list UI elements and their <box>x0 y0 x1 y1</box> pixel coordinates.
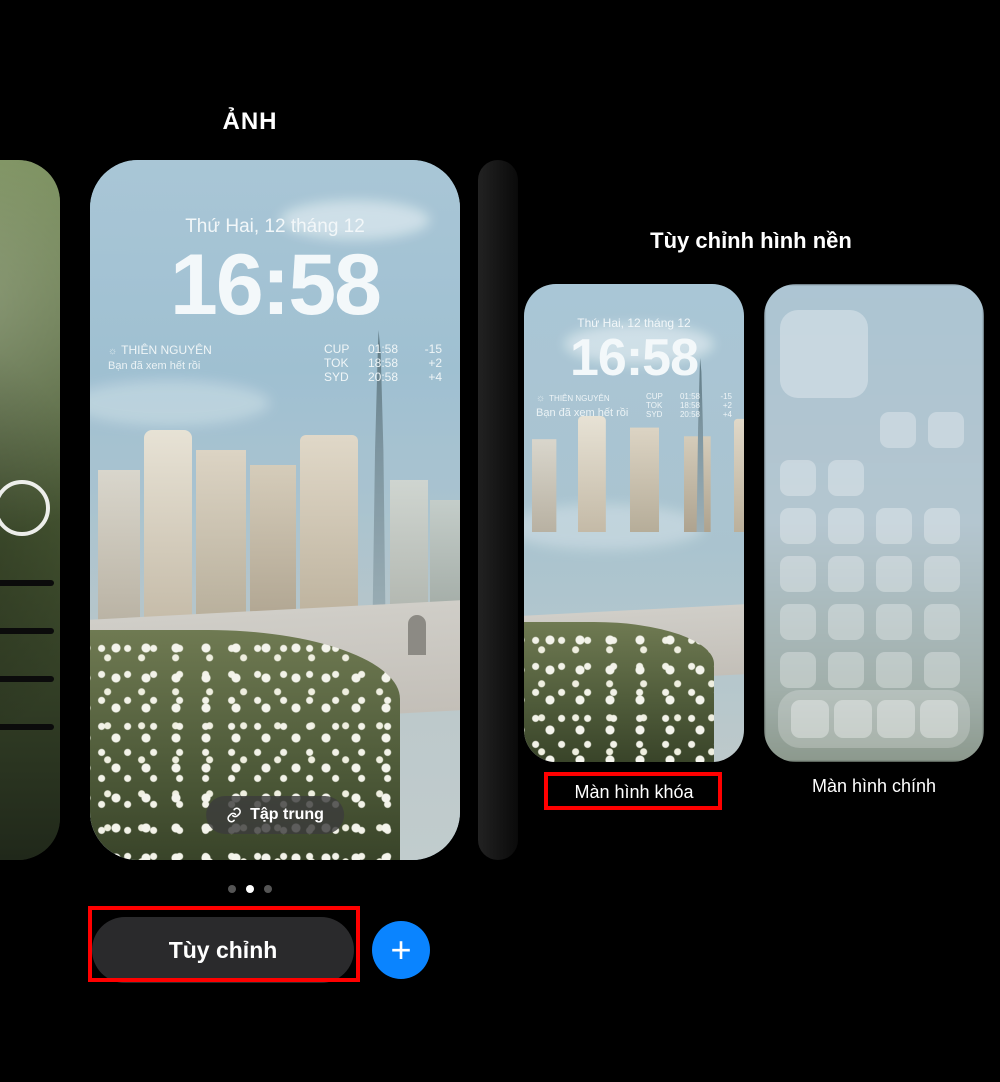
mini-lockscreen-time: 16:58 <box>524 328 744 388</box>
home-dock <box>778 690 970 748</box>
page-indicator <box>0 880 500 898</box>
wallpaper-gallery-panel: ẢNH Thứ Hai, 12 tháng 12 16:58 ☼THIÊN NG… <box>0 0 500 1082</box>
lockscreen-date: Thứ Hai, 12 tháng 12 <box>90 216 460 238</box>
focus-pill[interactable]: Tập trung <box>206 796 344 834</box>
add-wallpaper-button[interactable]: + <box>372 921 430 979</box>
link-icon <box>226 807 242 823</box>
customize-button[interactable]: Tùy chỉnh <box>92 917 354 983</box>
widget-news: ☼THIÊN NGUYÊN Bạn đã xem hết rồi <box>108 342 212 384</box>
focus-label: Tập trung <box>250 806 324 824</box>
lock-screen-preview[interactable]: Thứ Hai, 12 tháng 12 16:58 ☼THIÊN NGUYÊN… <box>524 284 744 762</box>
gallery-title: ẢNH <box>0 108 500 136</box>
home-widget-placeholder <box>780 310 868 398</box>
lockscreen-time: 16:58 <box>90 236 460 335</box>
widget-world-clock: CUP01:58-15 TOK18:58+2 SYD20:58+4 <box>324 342 442 384</box>
home-icon-grid <box>780 310 968 700</box>
wallpaper-card-current[interactable]: Thứ Hai, 12 tháng 12 16:58 ☼THIÊN NGUYÊN… <box>90 160 460 860</box>
lockscreen-widgets: ☼THIÊN NGUYÊN Bạn đã xem hết rồi CUP01:5… <box>108 342 442 384</box>
wallpaper-card-previous[interactable] <box>0 160 60 860</box>
home-screen-label[interactable]: Màn hình chính <box>764 776 984 797</box>
link-icon: ☼ <box>108 346 117 357</box>
mini-lockscreen-widgets: ☼THIÊN NGUYÊN Bạn đã xem hết rồi CUP01:5… <box>536 392 732 420</box>
lock-screen-label[interactable]: Màn hình khóa <box>524 776 744 809</box>
home-screen-preview[interactable] <box>764 284 984 762</box>
customize-wallpaper-panel: Tùy chỉnh hình nền Thứ Hai, 12 tháng 12 … <box>502 0 1000 1082</box>
customize-title: Tùy chỉnh hình nền <box>502 228 1000 254</box>
